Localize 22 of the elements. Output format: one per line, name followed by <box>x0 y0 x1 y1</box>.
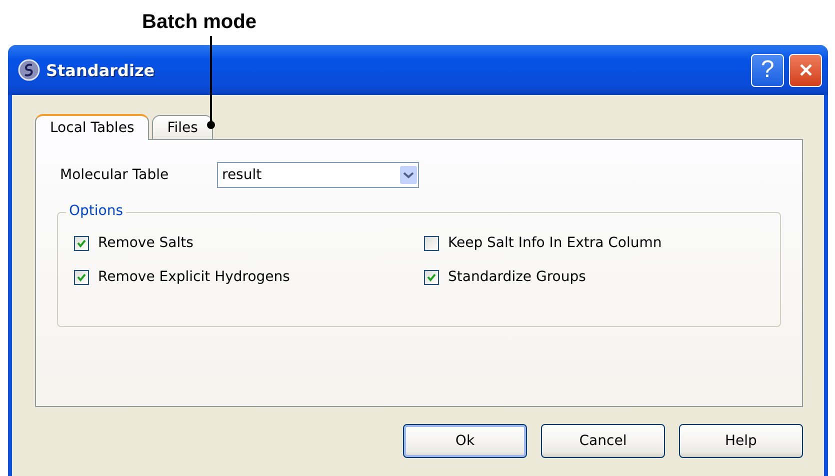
checkbox-option[interactable]: Keep Salt Info In Extra Column <box>424 235 780 251</box>
dialog-button[interactable]: Help <box>679 424 803 458</box>
close-button[interactable] <box>789 54 822 86</box>
close-icon <box>798 62 814 78</box>
field-label: Molecular Table <box>60 167 170 183</box>
checkbox[interactable] <box>424 270 439 284</box>
dialog-button[interactable]: Ok <box>403 424 527 458</box>
tab[interactable]: Local Tables <box>35 114 150 140</box>
dialog-button[interactable]: Cancel <box>541 424 665 458</box>
table-dropdown[interactable]: result <box>217 162 419 188</box>
checkbox-option[interactable]: Remove Salts <box>74 235 424 251</box>
checkbox[interactable] <box>74 236 89 250</box>
annotation-label: Batch mode <box>142 11 256 34</box>
window-title: Standardize <box>46 60 155 80</box>
group-title: Options <box>66 203 126 219</box>
checkbox[interactable] <box>424 236 439 250</box>
help-button[interactable]: ? <box>751 54 784 86</box>
checkbox-option[interactable]: Remove Explicit Hydrogens <box>74 269 424 285</box>
app-logo-icon <box>18 59 40 81</box>
checkbox-option[interactable]: Standardize Groups <box>424 269 780 285</box>
tab[interactable]: Files <box>152 115 213 139</box>
checkbox[interactable] <box>74 270 89 284</box>
